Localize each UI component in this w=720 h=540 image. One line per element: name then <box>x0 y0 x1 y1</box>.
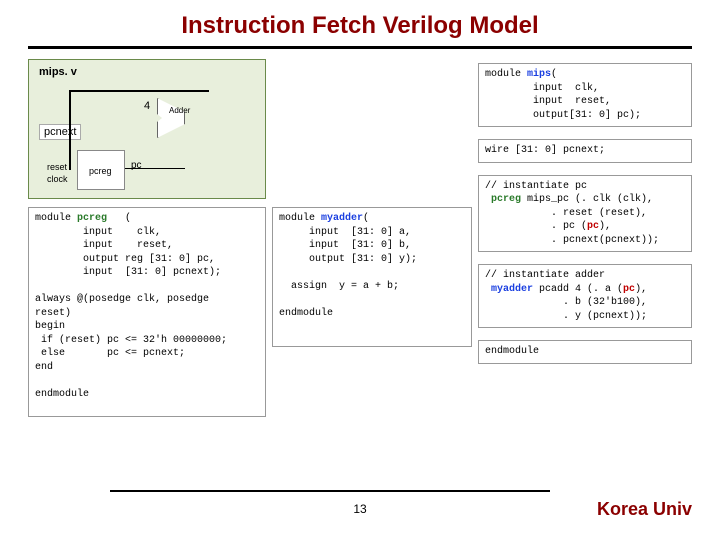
t: ), <box>599 221 611 232</box>
t: ( <box>551 69 557 80</box>
adder-shape <box>157 98 185 138</box>
wire <box>69 90 71 170</box>
t: mips_pc (. clk (clk), <box>521 194 653 205</box>
code-endmodule: endmodule <box>478 340 692 364</box>
t: pcreg <box>77 213 107 224</box>
t: begin <box>35 321 65 332</box>
t: . reset (reset), <box>485 208 647 219</box>
code-wire: wire [31: 0] pcnext; <box>478 139 692 163</box>
t: input reset, <box>35 240 173 251</box>
t: endmodule <box>279 308 333 319</box>
wire <box>69 90 209 92</box>
t: input [31: 0] b, <box>279 240 411 251</box>
t <box>279 267 285 278</box>
t: input clk, <box>485 83 599 94</box>
t: . b (32'b100), <box>485 297 647 308</box>
t: end <box>35 362 53 373</box>
t: pc <box>587 221 599 232</box>
code-myadder: module myadder( input [31: 0] a, input [… <box>272 207 472 347</box>
t: input [31: 0] a, <box>279 227 411 238</box>
t: pcreg <box>491 194 521 205</box>
wire <box>125 168 185 169</box>
t: . pcnext(pcnext)); <box>485 235 659 246</box>
title-rule <box>28 46 692 49</box>
reset-label: reset <box>47 162 67 172</box>
t: endmodule <box>35 389 89 400</box>
left-column: mips. v pcnext 4 Adder reset clock pcreg… <box>28 59 266 417</box>
t: module <box>35 213 77 224</box>
t: module <box>279 213 321 224</box>
content-row: mips. v pcnext 4 Adder reset clock pcreg… <box>28 59 692 417</box>
t: reset) <box>35 308 71 319</box>
code-inst-adder: // instantiate adder myadder pcadd 4 (. … <box>478 264 692 328</box>
t: pcadd 4 (. a ( <box>533 284 623 295</box>
t: input [31: 0] pcnext); <box>35 267 221 278</box>
right-column: module mips( input clk, input reset, out… <box>478 59 692 417</box>
footer-rule <box>110 490 550 492</box>
t: ( <box>107 213 131 224</box>
diagram: mips. v pcnext 4 Adder reset clock pcreg… <box>28 59 266 199</box>
const-4-label: 4 <box>144 100 150 112</box>
t <box>35 281 41 292</box>
t: wire [31: 0] pcnext; <box>485 145 605 156</box>
t: module <box>485 69 527 80</box>
code-inst-pc: // instantiate pc pcreg mips_pc (. clk (… <box>478 175 692 253</box>
clock-label: clock <box>47 174 68 184</box>
t: input clk, <box>35 227 161 238</box>
t: assign y = a + b; <box>279 281 399 292</box>
t <box>279 294 285 305</box>
t: pc <box>623 284 635 295</box>
t: output[31: 0] pc); <box>485 110 641 121</box>
t: // instantiate pc <box>485 181 587 192</box>
pc-label: pc <box>131 160 142 171</box>
t: input reset, <box>485 96 611 107</box>
t: output reg [31: 0] pc, <box>35 254 215 265</box>
t: . pc ( <box>485 221 587 232</box>
t: myadder <box>321 213 363 224</box>
pcnext-label: pcnext <box>39 124 81 140</box>
t <box>35 375 41 386</box>
t: mips <box>527 69 551 80</box>
pcreg-label: pcreg <box>89 166 112 176</box>
t: myadder <box>491 284 533 295</box>
footer-brand: Korea Univ <box>597 499 692 520</box>
t: else pc <= pcnext; <box>35 348 185 359</box>
t: . y (pcnext)); <box>485 311 647 322</box>
t: // instantiate adder <box>485 270 605 281</box>
t: always @(posedge clk, posedge <box>35 294 209 305</box>
t: ), <box>635 284 647 295</box>
t: output [31: 0] y); <box>279 254 417 265</box>
adder-label: Adder <box>169 106 190 115</box>
t: if (reset) pc <= 32'h 00000000; <box>35 335 227 346</box>
mid-column: module myadder( input [31: 0] a, input [… <box>272 59 472 417</box>
page-number: 13 <box>353 502 366 516</box>
code-pcreg: module pcreg ( input clk, input reset, o… <box>28 207 266 417</box>
diagram-file-label: mips. v <box>39 66 77 78</box>
page-title: Instruction Fetch Verilog Model <box>28 12 692 40</box>
t: ( <box>363 213 369 224</box>
code-mips-decl: module mips( input clk, input reset, out… <box>478 63 692 127</box>
t: endmodule <box>485 346 539 357</box>
